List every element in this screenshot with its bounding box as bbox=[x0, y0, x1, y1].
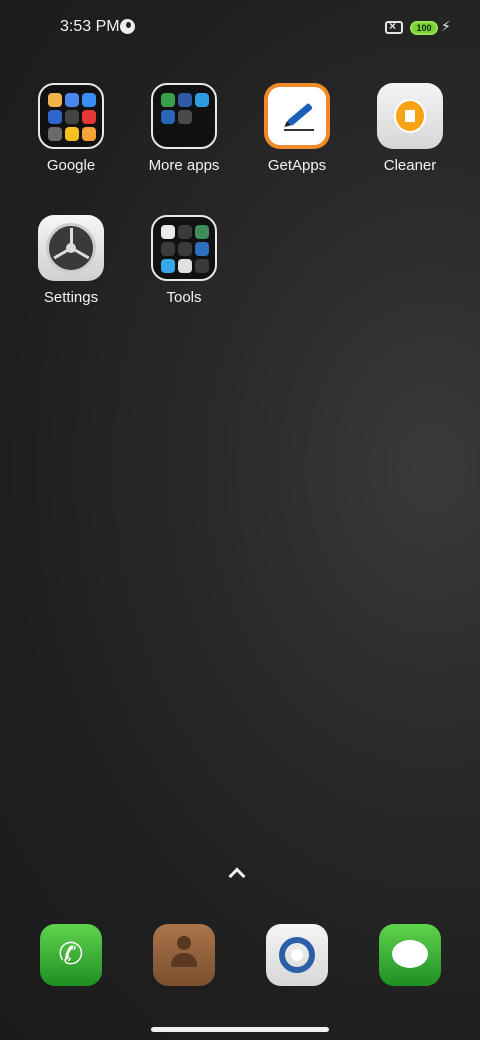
empty-slot bbox=[195, 110, 209, 124]
app-label: More apps bbox=[148, 157, 220, 174]
battery-level: 100 bbox=[416, 23, 432, 33]
notification-indicator-icon bbox=[120, 19, 135, 34]
folder-preview-grid bbox=[161, 93, 209, 141]
app-label: Settings bbox=[43, 289, 99, 306]
home-indicator[interactable] bbox=[151, 1027, 329, 1032]
chrome-icon bbox=[279, 937, 315, 973]
google-workspace-icon bbox=[65, 93, 79, 107]
empty-slot bbox=[161, 127, 175, 141]
app-label: GetApps bbox=[267, 157, 327, 174]
app-tools-folder[interactable]: Tools bbox=[129, 215, 239, 306]
more-apps-folder-icon bbox=[151, 83, 217, 149]
app-getapps[interactable]: GetApps bbox=[242, 83, 352, 174]
gear-icon bbox=[178, 110, 192, 124]
dock-contacts[interactable] bbox=[153, 924, 215, 986]
status-time: 3:53 PM bbox=[60, 18, 120, 35]
app-cleaner[interactable]: Cleaner bbox=[355, 83, 465, 174]
google-app-icon bbox=[48, 93, 62, 107]
phone-icon: ✆ bbox=[58, 938, 84, 971]
folder-preview-grid bbox=[161, 225, 209, 273]
files-icon bbox=[82, 127, 96, 141]
steering-wheel-icon bbox=[46, 223, 96, 273]
chevron-up-icon[interactable] bbox=[228, 867, 246, 885]
app-label: Cleaner bbox=[383, 157, 437, 174]
notes-icon bbox=[178, 259, 192, 273]
cleaner-icon bbox=[377, 83, 443, 149]
pen-icon bbox=[287, 102, 313, 127]
pen-line bbox=[284, 129, 314, 131]
app-google-folder[interactable]: Google bbox=[16, 83, 126, 174]
assistant-icon bbox=[65, 110, 79, 124]
getapps-icon-inner bbox=[268, 87, 326, 145]
youtube-icon bbox=[82, 110, 96, 124]
person-head bbox=[177, 936, 191, 950]
sim-indicator: × bbox=[389, 19, 397, 33]
no-sim-icon: × bbox=[385, 19, 403, 34]
contacts-icon bbox=[171, 936, 197, 974]
photos-icon bbox=[65, 127, 79, 141]
recorder-icon bbox=[195, 259, 209, 273]
calendar-icon bbox=[161, 225, 175, 239]
empty-slot bbox=[195, 127, 209, 141]
scanner-icon bbox=[195, 242, 209, 256]
wheel-hub bbox=[66, 243, 76, 253]
app-label: Tools bbox=[166, 289, 202, 306]
duo-icon bbox=[48, 110, 62, 124]
folder-preview-grid bbox=[48, 93, 96, 141]
dock-messages[interactable] bbox=[379, 924, 441, 986]
app-settings[interactable]: Settings bbox=[16, 215, 126, 306]
weather-icon bbox=[161, 242, 175, 256]
linkedin-icon bbox=[161, 110, 175, 124]
person-body bbox=[171, 953, 197, 967]
browser-icon bbox=[161, 259, 175, 273]
bolt-icon: ⚡ bbox=[441, 18, 451, 34]
getapps-icon bbox=[264, 83, 330, 149]
status-bar: 3:53 PM × 100 ⚡ bbox=[0, 0, 480, 56]
browser-icon bbox=[195, 93, 209, 107]
compass-icon bbox=[178, 242, 192, 256]
google-folder-icon bbox=[38, 83, 104, 149]
facebook-icon bbox=[178, 93, 192, 107]
tools-folder-icon bbox=[151, 215, 217, 281]
trash-can-icon bbox=[394, 99, 426, 133]
app-more-apps-folder[interactable]: More apps bbox=[129, 83, 239, 174]
clock-icon bbox=[178, 225, 192, 239]
battery-icon: 100 bbox=[410, 21, 438, 35]
dock-chrome[interactable] bbox=[266, 924, 328, 986]
app-label: Google bbox=[46, 157, 96, 174]
app-store-icon bbox=[161, 93, 175, 107]
messages-icon bbox=[392, 940, 428, 968]
calculator-icon bbox=[195, 225, 209, 239]
google-one-icon bbox=[82, 93, 96, 107]
empty-slot bbox=[178, 127, 192, 141]
dock-phone[interactable]: ✆ bbox=[40, 924, 102, 986]
meet-icon bbox=[48, 127, 62, 141]
settings-icon bbox=[38, 215, 104, 281]
